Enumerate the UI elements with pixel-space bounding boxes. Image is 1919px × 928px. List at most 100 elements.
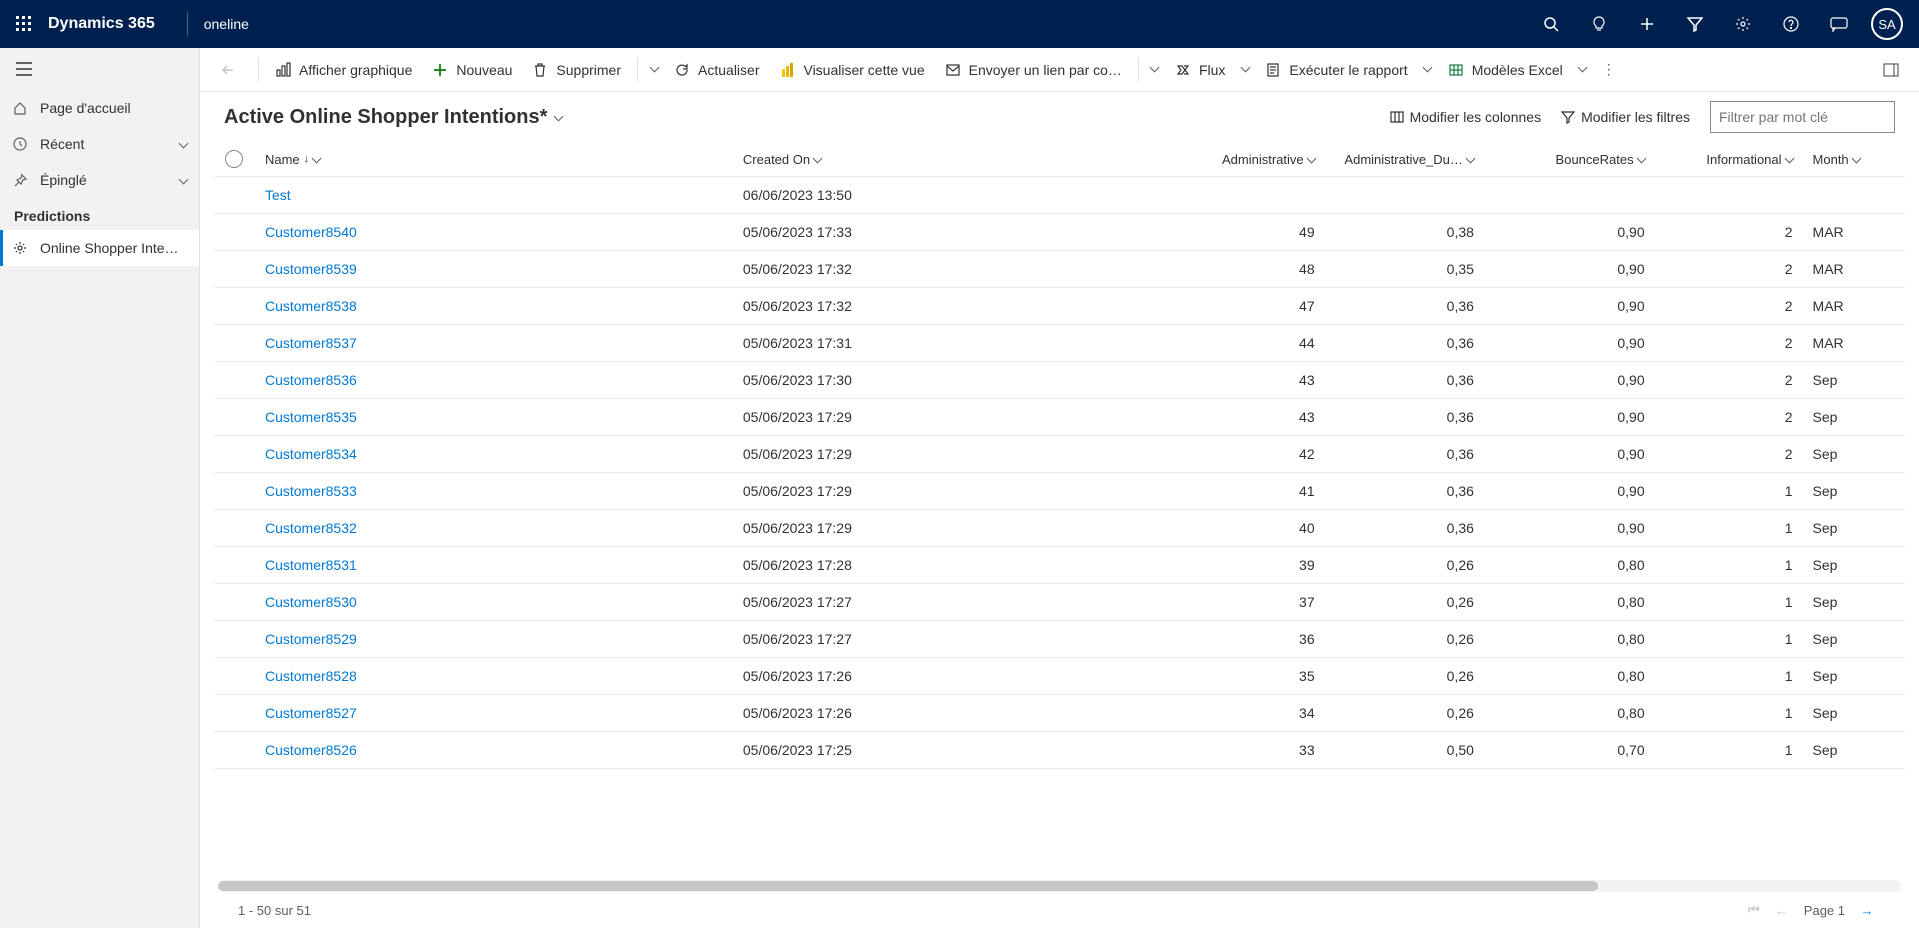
row-select[interactable] [214, 510, 255, 547]
cell-name[interactable]: Customer8538 [255, 288, 733, 325]
next-page-button[interactable]: → [1853, 903, 1881, 918]
col-header-name[interactable]: Name↓ [255, 142, 733, 177]
cell-created: 05/06/2023 17:27 [733, 621, 1188, 658]
show-chart-button[interactable]: Afficher graphique [265, 54, 422, 86]
cell-name[interactable]: Test [255, 177, 733, 214]
row-select[interactable] [214, 547, 255, 584]
sidebar-item-home[interactable]: Page d'accueil [0, 90, 199, 126]
cell-name[interactable]: Customer8526 [255, 732, 733, 769]
prev-page-button[interactable]: ← [1768, 903, 1796, 918]
hamburger-icon[interactable] [0, 48, 199, 90]
table-row[interactable]: Customer853205/06/2023 17:29400,360,901S… [214, 510, 1905, 547]
table-row[interactable]: Customer853605/06/2023 17:30430,360,902S… [214, 362, 1905, 399]
row-select[interactable] [214, 325, 255, 362]
new-button[interactable]: Nouveau [422, 54, 522, 86]
sidebar-item-pinned[interactable]: Épinglé [0, 162, 199, 198]
row-select[interactable] [214, 584, 255, 621]
email-split-chevron[interactable] [1145, 54, 1165, 86]
delete-split-chevron[interactable] [644, 54, 664, 86]
row-select[interactable] [214, 436, 255, 473]
table-row[interactable]: Customer852705/06/2023 17:26340,260,801S… [214, 695, 1905, 732]
run-report-button[interactable]: Exécuter le rapport [1255, 54, 1417, 86]
back-button[interactable] [212, 54, 244, 86]
cell-name[interactable]: Customer8537 [255, 325, 733, 362]
table-row[interactable]: Customer854005/06/2023 17:33490,380,902M… [214, 214, 1905, 251]
app-name[interactable]: oneline [204, 16, 249, 32]
col-header-month[interactable]: Month [1803, 142, 1905, 177]
table-row[interactable]: Customer853805/06/2023 17:32470,360,902M… [214, 288, 1905, 325]
lightbulb-icon[interactable] [1575, 0, 1623, 48]
cell-name[interactable]: Customer8529 [255, 621, 733, 658]
row-select[interactable] [214, 251, 255, 288]
cell-name[interactable]: Customer8539 [255, 251, 733, 288]
app-launcher-icon[interactable] [8, 8, 40, 40]
flow-button[interactable]: Flux [1165, 54, 1235, 86]
table-row[interactable]: Test06/06/2023 13:50 [214, 177, 1905, 214]
row-select[interactable] [214, 214, 255, 251]
table-row[interactable]: Customer853305/06/2023 17:29410,360,901S… [214, 473, 1905, 510]
horizontal-scrollbar[interactable] [218, 880, 1901, 892]
cell-name[interactable]: Customer8532 [255, 510, 733, 547]
more-commands-button[interactable]: ⋮ [1593, 61, 1625, 78]
row-select[interactable] [214, 658, 255, 695]
delete-button[interactable]: Supprimer [522, 54, 631, 86]
cell-name[interactable]: Customer8530 [255, 584, 733, 621]
row-select[interactable] [214, 177, 255, 214]
excel-chevron[interactable] [1573, 54, 1593, 86]
cell-name[interactable]: Customer8540 [255, 214, 733, 251]
cell-name[interactable]: Customer8533 [255, 473, 733, 510]
sidebar-item-recent[interactable]: Récent [0, 126, 199, 162]
table-row[interactable]: Customer853405/06/2023 17:29420,360,902S… [214, 436, 1905, 473]
flow-chevron[interactable] [1235, 54, 1255, 86]
table-row[interactable]: Customer853505/06/2023 17:29430,360,902S… [214, 399, 1905, 436]
sidebar-item-entity[interactable]: Online Shopper Inte… [0, 230, 199, 266]
row-select[interactable] [214, 732, 255, 769]
first-page-button[interactable]: ⏮ [1740, 902, 1768, 918]
row-select[interactable] [214, 621, 255, 658]
cell-name[interactable]: Customer8528 [255, 658, 733, 695]
report-chevron[interactable] [1418, 54, 1438, 86]
table-row[interactable]: Customer853705/06/2023 17:31440,360,902M… [214, 325, 1905, 362]
email-link-button[interactable]: Envoyer un lien par co… [935, 54, 1132, 86]
col-header-admin[interactable]: Administrative [1188, 142, 1325, 177]
brand-label[interactable]: Dynamics 365 [48, 15, 155, 33]
col-header-admin-du[interactable]: Administrative_Du… [1325, 142, 1484, 177]
search-icon[interactable] [1527, 0, 1575, 48]
add-icon[interactable] [1623, 0, 1671, 48]
cell-name[interactable]: Customer8535 [255, 399, 733, 436]
col-header-created[interactable]: Created On [733, 142, 1188, 177]
grid-scroll[interactable]: Name↓ Created On Administrative Administ… [214, 142, 1905, 874]
view-title[interactable]: Active Online Shopper Intentions* [224, 106, 547, 129]
table-row[interactable]: Customer852805/06/2023 17:26350,260,801S… [214, 658, 1905, 695]
row-select[interactable] [214, 473, 255, 510]
select-all-header[interactable] [214, 142, 255, 177]
excel-templates-button[interactable]: Modèles Excel [1438, 54, 1573, 86]
keyword-filter-input[interactable] [1710, 101, 1895, 133]
row-select[interactable] [214, 288, 255, 325]
table-row[interactable]: Customer852905/06/2023 17:27360,260,801S… [214, 621, 1905, 658]
cell-name[interactable]: Customer8527 [255, 695, 733, 732]
edit-columns-button[interactable]: Modifier les colonnes [1390, 109, 1542, 125]
row-select[interactable] [214, 399, 255, 436]
edit-filters-button[interactable]: Modifier les filtres [1561, 109, 1690, 125]
table-row[interactable]: Customer852605/06/2023 17:25330,500,701S… [214, 732, 1905, 769]
table-row[interactable]: Customer853905/06/2023 17:32480,350,902M… [214, 251, 1905, 288]
cell-name[interactable]: Customer8534 [255, 436, 733, 473]
table-row[interactable]: Customer853105/06/2023 17:28390,260,801S… [214, 547, 1905, 584]
table-row[interactable]: Customer853005/06/2023 17:27370,260,801S… [214, 584, 1905, 621]
cell-name[interactable]: Customer8536 [255, 362, 733, 399]
view-selector-chevron[interactable] [555, 109, 562, 125]
visualize-button[interactable]: Visualiser cette vue [769, 54, 934, 86]
assistant-icon[interactable] [1815, 0, 1863, 48]
user-avatar[interactable]: SA [1871, 8, 1903, 40]
col-header-bounce[interactable]: BounceRates [1484, 142, 1655, 177]
collapse-pane-icon[interactable] [1875, 62, 1907, 78]
col-header-info[interactable]: Informational [1655, 142, 1803, 177]
refresh-button[interactable]: Actualiser [664, 54, 769, 86]
settings-icon[interactable] [1719, 0, 1767, 48]
filter-icon[interactable] [1671, 0, 1719, 48]
row-select[interactable] [214, 695, 255, 732]
help-icon[interactable] [1767, 0, 1815, 48]
row-select[interactable] [214, 362, 255, 399]
cell-name[interactable]: Customer8531 [255, 547, 733, 584]
